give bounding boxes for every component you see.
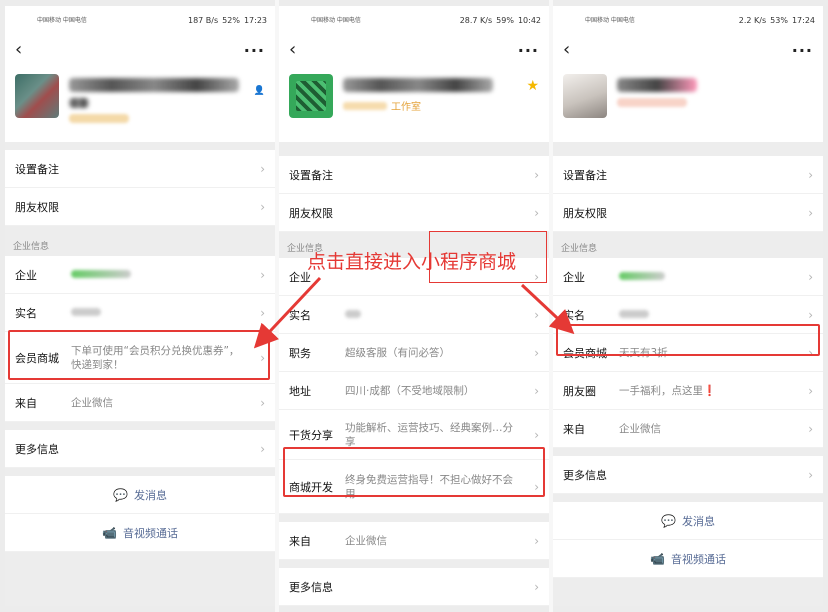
arrow-left xyxy=(253,276,322,349)
screenshot-collage: 中国移动 中国电信 187 B/s 52% 17:23 ‹ ··· 👤 设置备注… xyxy=(0,0,828,612)
callout-text: 点击直接进入小程序商城 xyxy=(307,251,517,273)
arrow-right xyxy=(520,283,575,335)
annotation-arrows xyxy=(253,276,575,349)
